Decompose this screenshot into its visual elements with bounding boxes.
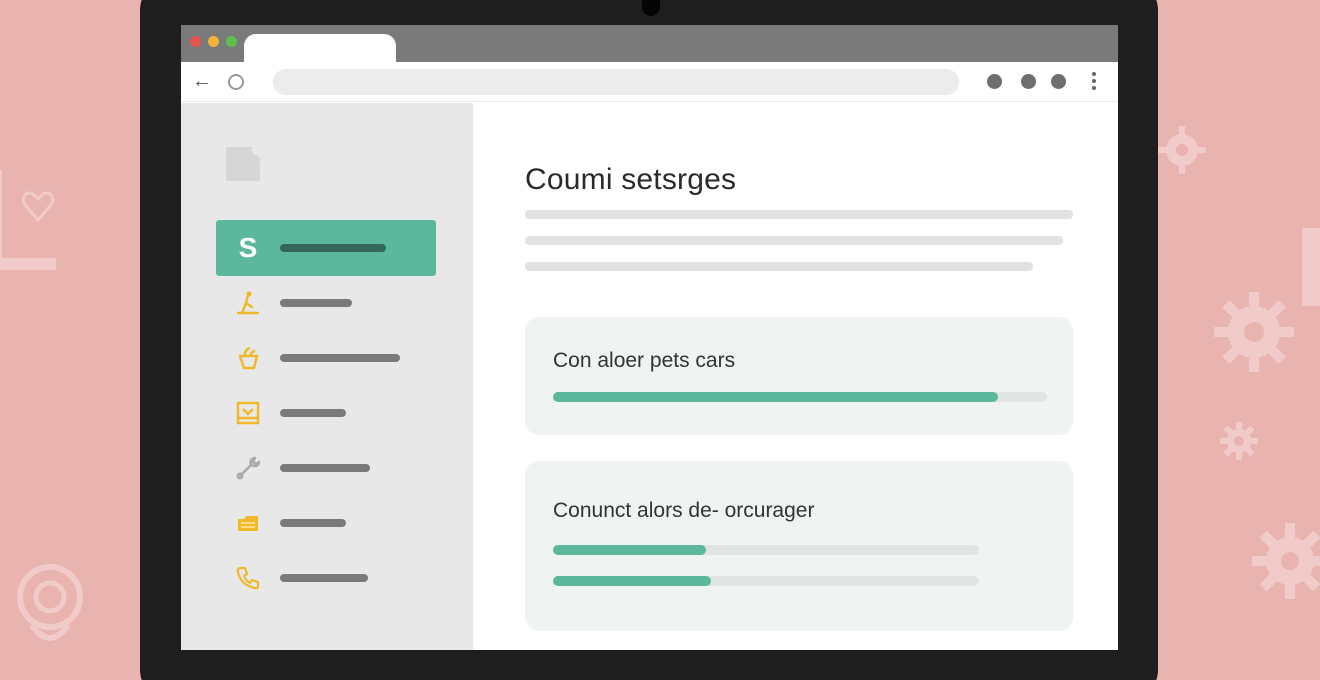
browser-tab[interactable]	[244, 34, 396, 64]
maximize-window-button[interactable]	[226, 36, 237, 47]
sidebar-item-label-placeholder	[280, 519, 346, 527]
background-bar-shape	[1302, 228, 1320, 306]
sidebar-item[interactable]	[216, 393, 436, 433]
reload-icon[interactable]	[228, 74, 244, 90]
box-icon	[236, 401, 260, 425]
text-placeholder-line	[525, 262, 1033, 271]
toolbar-button[interactable]	[987, 74, 1002, 89]
sidebar-item[interactable]	[216, 448, 436, 488]
phone-icon	[236, 566, 260, 590]
knot-icon	[17, 564, 83, 641]
gear-icon	[1158, 126, 1206, 174]
app-logo-icon	[226, 147, 261, 181]
kebab-menu-icon[interactable]	[1090, 72, 1098, 92]
sidebar-item-active[interactable]: S	[216, 220, 436, 276]
page-title: Coumi setsrges	[525, 163, 737, 196]
s-letter-icon: S	[238, 232, 258, 263]
progress-track	[553, 545, 979, 555]
card-label: Con aloer pets cars	[553, 349, 736, 372]
close-window-button[interactable]	[190, 36, 201, 47]
main-content: Coumi setsrges Con aloer pets cars Conun…	[473, 103, 1118, 650]
progress-track	[553, 392, 1047, 402]
text-placeholder-line	[525, 210, 1073, 219]
sidebar: S	[181, 103, 473, 650]
browser-titlebar	[181, 25, 1118, 64]
sidebar-item-label-placeholder	[280, 409, 346, 417]
wrench-icon	[236, 456, 261, 480]
sidebar-item-label-placeholder	[280, 354, 400, 362]
card-label: Conunct alors de- orcurager	[553, 499, 815, 522]
setting-card: Conunct alors de- orcurager	[525, 461, 1073, 631]
sidebar-item[interactable]	[216, 503, 436, 543]
sidebar-item-label-placeholder	[280, 464, 370, 472]
gear-icon	[1214, 292, 1294, 372]
progress-fill	[553, 392, 998, 402]
sidebar-item-label-placeholder	[280, 574, 368, 582]
folder-icon	[238, 516, 258, 531]
progress-track	[553, 576, 979, 586]
sidebar-item[interactable]	[216, 283, 436, 323]
sidebar-item-label-placeholder	[280, 299, 352, 307]
toolbar-button[interactable]	[1021, 74, 1036, 89]
toolbar-button[interactable]	[1051, 74, 1066, 89]
gear-icon	[1252, 523, 1320, 599]
progress-fill	[553, 545, 707, 555]
gear-icon	[1220, 422, 1258, 460]
back-arrow-icon[interactable]: ←	[191, 70, 213, 92]
sidebar-item[interactable]	[216, 558, 436, 598]
sidebar-item[interactable]	[216, 338, 436, 378]
sidebar-item-label-placeholder	[280, 244, 386, 252]
cup-icon	[238, 346, 259, 370]
progress-fill	[553, 576, 711, 586]
text-placeholder-line	[525, 236, 1063, 245]
address-bar[interactable]	[273, 69, 959, 95]
browser-window: ← S Coumi setsrges Con aloer pets cars C…	[181, 25, 1118, 650]
figure-icon	[236, 291, 260, 315]
heart-outline-icon	[21, 191, 55, 223]
minimize-window-button[interactable]	[208, 36, 219, 47]
setting-card: Con aloer pets cars	[525, 317, 1073, 435]
browser-toolbar: ←	[181, 62, 1118, 102]
